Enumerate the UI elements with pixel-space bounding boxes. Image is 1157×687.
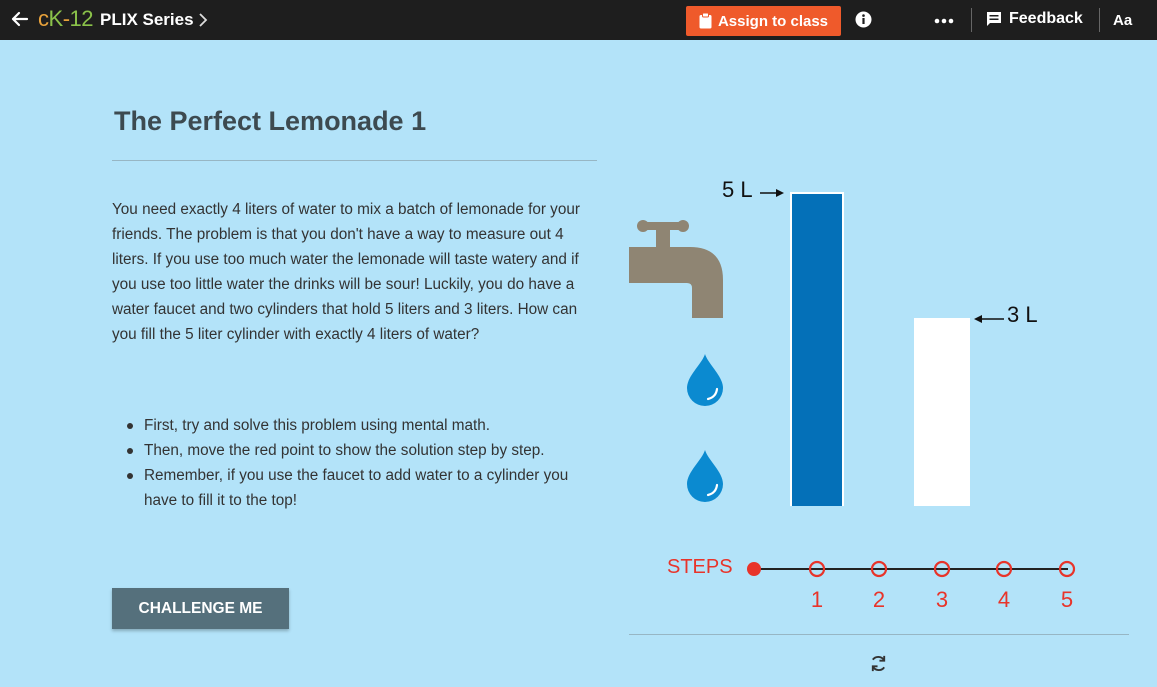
arrow-3l-icon <box>974 315 1004 323</box>
steps-slider-handle[interactable] <box>747 562 761 576</box>
water-drop-icon <box>687 450 723 502</box>
arrow-5l-icon <box>760 189 784 197</box>
faucet-icon[interactable] <box>629 220 723 318</box>
lemonade-interactive <box>629 189 1076 578</box>
step-number-5: 5 <box>1060 587 1074 612</box>
reset-icon[interactable] <box>869 654 888 673</box>
steps-label: STEPS <box>667 556 733 578</box>
step-number-3: 3 <box>935 587 949 612</box>
step-number-1: 1 <box>810 587 824 612</box>
water-drop-icon <box>687 354 723 406</box>
cylinder-5l-label: 5 L <box>722 177 753 202</box>
cylinder-5l[interactable] <box>790 192 844 506</box>
cylinder-5l-water <box>792 194 842 506</box>
cylinder-3l-label: 3 L <box>1007 302 1038 327</box>
cylinder-3l[interactable] <box>914 318 970 506</box>
controls-divider <box>629 634 1129 635</box>
step-number-2: 2 <box>872 587 886 612</box>
step-number-4: 4 <box>997 587 1011 612</box>
